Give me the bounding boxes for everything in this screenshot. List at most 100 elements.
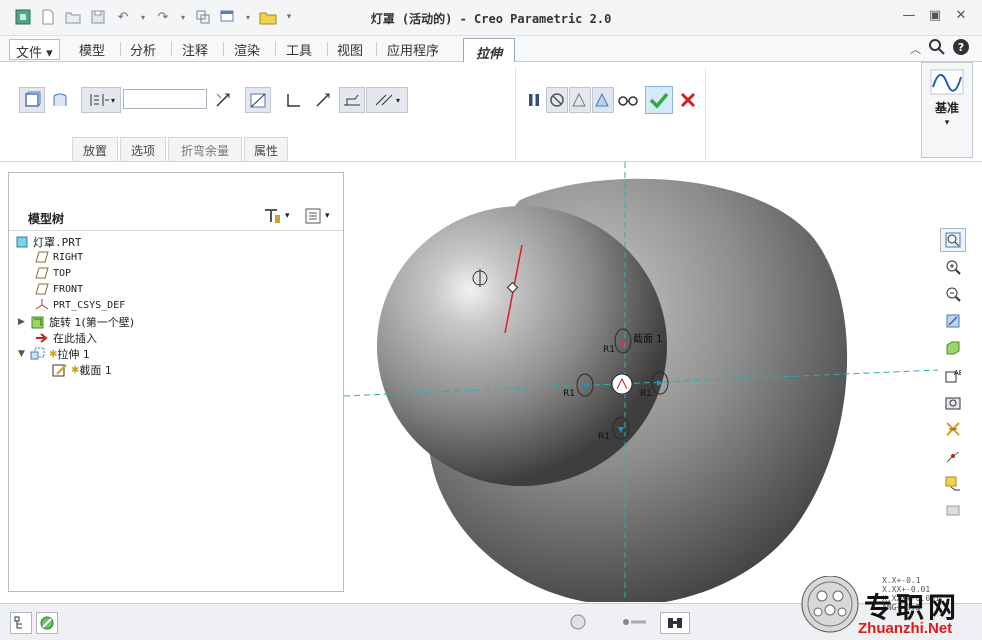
model-tree-header: 模型树	[28, 212, 65, 226]
annotation-display-icon[interactable]	[940, 471, 966, 495]
cancel-button[interactable]	[675, 87, 701, 113]
handle-label-bottom: R1	[598, 432, 610, 442]
view-manager-icon[interactable]	[940, 390, 966, 414]
display-style-icon[interactable]	[940, 336, 966, 360]
section-center-handle[interactable]	[611, 373, 633, 395]
tree-item-part[interactable]: 灯罩.PRT	[14, 234, 82, 250]
tab-properties[interactable]: 属性	[244, 137, 288, 161]
extrude-surface-icon[interactable]	[47, 87, 73, 113]
expand-arrow-icon[interactable]: ▶	[18, 317, 30, 327]
tolerance-line: X.X+-0.1	[882, 576, 921, 585]
tab-model[interactable]: 模型	[73, 40, 111, 60]
new-feature-icon: ✱	[49, 348, 58, 360]
revolve-icon	[30, 315, 46, 329]
title-bar: ↶ ▾ ↷ ▾ ▾ ▾ 灯罩 (活动的) - Creo Parametric 2…	[0, 0, 982, 36]
find-icon[interactable]	[660, 612, 690, 634]
tree-show-button[interactable]: ▾	[304, 207, 330, 225]
tree-item-label: 拉伸 1	[57, 348, 90, 361]
create-sheetmetal-icon[interactable]	[339, 87, 365, 113]
handle-label-left: R1	[563, 389, 575, 399]
handle-label-top: R1	[603, 345, 615, 355]
feature-preview-icon[interactable]	[592, 87, 614, 113]
search-icon[interactable]	[928, 38, 946, 59]
saved-orientations-icon[interactable]: AB	[940, 363, 966, 387]
svg-text:?: ?	[958, 41, 964, 54]
tree-item-right[interactable]: RIGHT	[34, 250, 83, 264]
depth-option-button[interactable]: ▾	[81, 87, 121, 113]
tree-item-extrude[interactable]: ▼ ✱ 拉伸 1	[18, 346, 90, 362]
datum-group[interactable]: 基准 ▾	[921, 62, 973, 158]
tab-placement[interactable]: 放置	[72, 137, 118, 161]
tree-item-label: RIGHT	[53, 251, 84, 263]
tree-item-csys[interactable]: PRT_CSYS_DEF	[34, 298, 125, 312]
preview-geometry-icon[interactable]	[569, 87, 591, 113]
view-toolbar: AB	[940, 228, 970, 525]
regen-manager-icon[interactable]	[568, 612, 588, 635]
tree-item-insert-here[interactable]: 在此插入	[34, 330, 97, 346]
tree-item-label: 旋转 1(第一个壁)	[49, 316, 135, 329]
repaint-icon[interactable]	[940, 309, 966, 333]
minimize-ribbon-icon[interactable]: ︿	[910, 41, 921, 57]
datum-plane-icon	[34, 266, 50, 280]
datum-dropdown-icon[interactable]: ▾	[922, 118, 972, 128]
graphics-viewport[interactable]: 截面 1 R1 R1 R1 R1	[344, 162, 938, 602]
verify-mode-icon[interactable]	[616, 87, 640, 113]
tree-item-section[interactable]: ✱ 截面 1	[52, 362, 112, 378]
extrude-solid-icon[interactable]	[19, 87, 45, 113]
thicken-sketch-icon[interactable]	[281, 87, 307, 113]
tab-analysis[interactable]: 分析	[124, 40, 162, 60]
tree-item-revolve[interactable]: ▶ 旋转 1(第一个壁)	[18, 314, 134, 330]
toggle-navigator-icon[interactable]	[10, 612, 32, 634]
tab-view[interactable]: 视图	[331, 40, 369, 60]
ok-button[interactable]	[645, 86, 673, 114]
tab-options[interactable]: 选项	[120, 137, 166, 161]
tree-settings-button[interactable]: ▾	[262, 207, 290, 225]
help-icon[interactable]: ?	[952, 38, 970, 59]
tree-settings-dropdown-icon[interactable]: ▾	[285, 211, 290, 221]
edge-dropdown-icon[interactable]: ▾	[396, 96, 400, 105]
tree-item-label: 截面 1	[79, 364, 112, 377]
new-feature-icon: ✱	[71, 364, 80, 376]
datum-label: 基准	[934, 101, 959, 115]
zoom-in-icon[interactable]	[940, 255, 966, 279]
watermark: X.X+-0.1 X.XX+-0.01 X.XXX+-0.001 ANG+-0.…	[800, 576, 980, 640]
tab-extrude[interactable]: 拉伸	[463, 38, 516, 63]
tree-item-front[interactable]: FRONT	[34, 282, 83, 296]
spin-center-icon[interactable]	[940, 444, 966, 468]
appearance-gallery-icon[interactable]	[940, 498, 966, 522]
tree-show-dropdown-icon[interactable]: ▾	[325, 211, 330, 221]
collapse-arrow-icon[interactable]: ▼	[18, 349, 30, 359]
datum-display-filters-icon[interactable]	[940, 417, 966, 441]
pause-icon[interactable]	[521, 87, 547, 113]
edge-treatment-button[interactable]: ▾	[366, 87, 408, 113]
depth-value-input[interactable]	[123, 89, 207, 109]
remove-material-icon[interactable]	[245, 87, 271, 113]
close-icon[interactable]: ✕	[950, 8, 972, 26]
tree-item-label: FRONT	[53, 283, 84, 295]
depth-dropdown-icon[interactable]: ▾	[111, 96, 115, 105]
no-preview-icon[interactable]	[546, 87, 568, 113]
flip-thicken-icon[interactable]	[310, 87, 336, 113]
tab-render[interactable]: 渲染	[228, 40, 266, 60]
tab-file[interactable]: 文件 ▾	[9, 39, 60, 61]
extrude-dashboard: ▾ ▾ 放置 选项 折弯余量 属性 基准 ▾	[0, 62, 982, 162]
csys-icon	[34, 298, 50, 312]
tab-tools[interactable]: 工具	[280, 40, 318, 60]
tree-show-icon	[305, 208, 321, 224]
part-icon	[14, 235, 30, 249]
tab-annotate[interactable]: 注释	[176, 40, 214, 60]
maximize-icon[interactable]: ▣	[924, 8, 946, 26]
tab-bend-allowance[interactable]: 折弯余量	[168, 137, 242, 161]
section-label: 截面 1	[633, 332, 663, 345]
tree-item-top[interactable]: TOP	[34, 266, 71, 280]
datum-icon	[930, 69, 964, 98]
sketch-icon	[52, 363, 68, 377]
toggle-browser-icon[interactable]	[36, 612, 58, 634]
refit-icon[interactable]	[940, 228, 966, 252]
tab-applications[interactable]: 应用程序	[381, 40, 445, 60]
tab-file-label: 文件	[16, 46, 43, 61]
ribbon-tabs: 文件 ▾ 模型 分析 注释 渲染 工具 视图 应用程序 拉伸 ︿ ?	[0, 36, 982, 63]
zoom-out-icon[interactable]	[940, 282, 966, 306]
flip-direction-icon[interactable]	[210, 87, 236, 113]
minimize-icon[interactable]: —	[898, 8, 920, 26]
